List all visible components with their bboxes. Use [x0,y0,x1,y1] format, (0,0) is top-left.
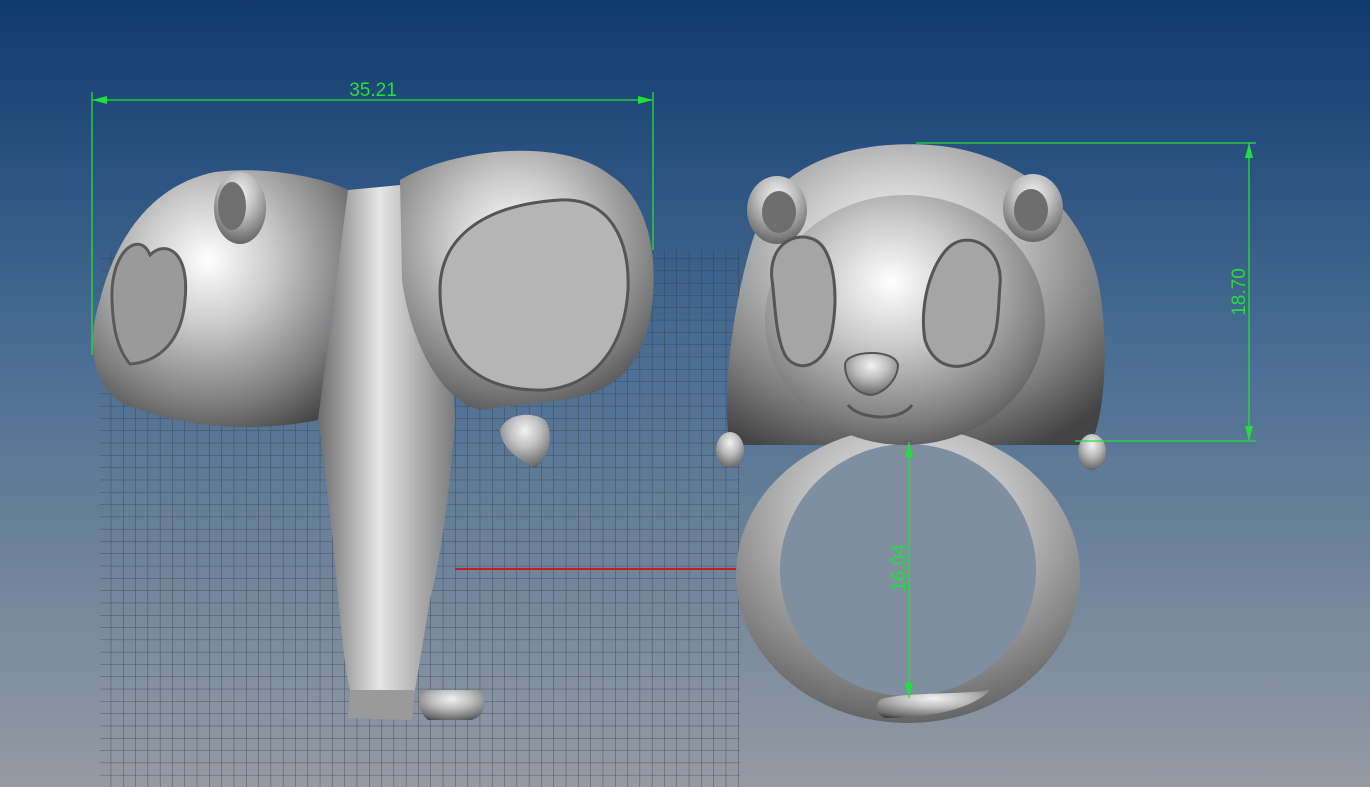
side-foot [418,690,485,720]
side-leg-outline [348,690,415,720]
front-view-ring-model[interactable] [716,144,1106,723]
front-paw-left [716,432,744,468]
dimension-height-label: 18.70 [1229,268,1250,316]
dimension-width-label: 35.21 [349,80,397,101]
front-eye-left [770,235,837,368]
cad-viewport[interactable]: 35.21 18.70 16.04 [0,0,1370,787]
side-back-panel [438,198,630,392]
front-ear-left-inner [762,191,796,233]
front-paw-right [1078,434,1106,470]
dimension-inner-label: 16.04 [889,544,910,592]
front-ear-right-inner [1014,189,1048,231]
side-ear-inner [218,182,246,230]
